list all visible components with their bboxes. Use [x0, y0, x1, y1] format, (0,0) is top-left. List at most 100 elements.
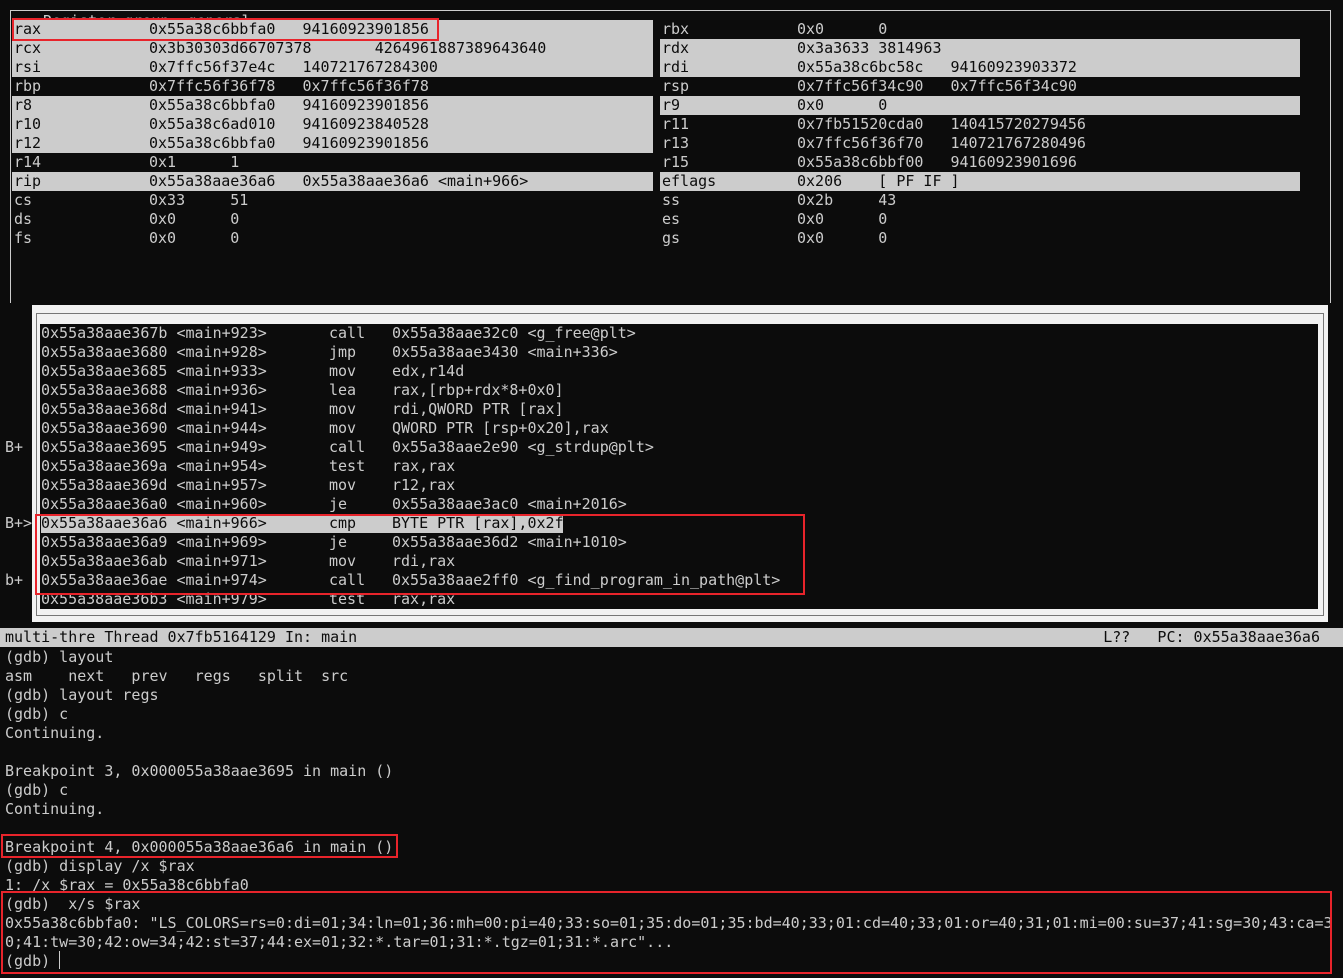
asm-operands: edx,r14d [392, 362, 465, 380]
register-hex: 0x0 [797, 20, 825, 38]
asm-row[interactable]: 0x55a38aae369d <main+957> mov r12,rax [41, 476, 1311, 495]
register-row-es: es 0x0 0 [660, 210, 1300, 229]
console-line: (gdb) c [5, 705, 69, 723]
asm-operands: 0x55a38aae3ac0 <main+2016> [392, 495, 627, 513]
register-name: r9 [662, 96, 681, 114]
asm-mnemonic: call [329, 438, 366, 456]
register-value: 1 [230, 153, 240, 171]
register-name: r12 [14, 134, 42, 152]
asm-row[interactable]: 0x55a38aae3695 <main+949> call 0x55a38aae2… [41, 438, 1311, 457]
register-hex: 0x7ffc56f34c90 [797, 77, 924, 95]
asm-row[interactable]: 0x55a38aae3690 <main+944> mov QWORD PTR [r… [41, 419, 1311, 438]
asm-operands: r12,rax [392, 476, 456, 494]
register-name: r10 [14, 115, 42, 133]
asm-address: 0x55a38aae369a <main+954> [41, 457, 267, 475]
register-hex: 0x55a38aae36a6 [149, 172, 276, 190]
asm-address: 0x55a38aae36a0 <main+960> [41, 495, 267, 513]
register-value: 0 [230, 210, 240, 228]
asm-address: 0x55a38aae3695 <main+949> [41, 438, 267, 456]
register-hex: 0x55a38c6bc58c [797, 58, 924, 76]
register-value: 94160923903372 [950, 58, 1077, 76]
asm-row[interactable]: 0x55a38aae36a0 <main+960> je 0x55a38aae3ac… [41, 495, 1311, 514]
asm-mnemonic: test [329, 457, 366, 475]
register-row-eflags: eflags 0x206 [ PF IF ] [660, 172, 1300, 191]
register-value: 3814963 [878, 39, 942, 57]
register-hex: 0x0 [149, 210, 177, 228]
register-name: rsi [14, 58, 42, 76]
asm-row[interactable]: 0x55a38aae3688 <main+936> lea rax,[rbp+rdx… [41, 381, 1311, 400]
register-name: rcx [14, 39, 42, 57]
register-hex: 0x3b30303d66707378 [149, 39, 312, 57]
register-value: 0x7ffc56f34c90 [950, 77, 1077, 95]
asm-row[interactable]: 0x55a38aae3685 <main+933> mov edx,r14d [41, 362, 1311, 381]
register-hex: 0x3a3633 [797, 39, 870, 57]
console-line: (gdb) display /x $rax [5, 857, 195, 875]
annotation-box-asm [35, 514, 805, 595]
register-value: 94160923901856 [302, 134, 429, 152]
register-row-r11: r11 0x7fb51520cda0 140415720279456 [660, 115, 1300, 134]
register-name: ds [14, 210, 33, 228]
register-row-rsp: rsp 0x7ffc56f34c90 0x7ffc56f34c90 [660, 77, 1300, 96]
register-row-r13: r13 0x7ffc56f36f70 140721767280496 [660, 134, 1300, 153]
asm-row[interactable]: 0x55a38aae3680 <main+928> jmp 0x55a38aae34… [41, 343, 1311, 362]
status-pc: L?? PC: 0x55a38aae36a6 [1103, 628, 1320, 646]
annotation-box-rax [12, 18, 439, 41]
breakpoint-marker[interactable]: B+ [5, 438, 23, 457]
register-row-ds: ds 0x0 0 [12, 210, 653, 229]
register-hex: 0x55a38c6ad010 [149, 115, 276, 133]
asm-operands: QWORD PTR [rsp+0x20],rax [392, 419, 609, 437]
console-line: (gdb) c [5, 781, 69, 799]
register-row-rdx: rdx 0x3a3633 3814963 [660, 39, 1300, 58]
asm-operands: rdi,QWORD PTR [rax] [392, 400, 564, 418]
asm-row[interactable]: 0x55a38aae367b <main+923> call 0x55a38aae3… [41, 324, 1311, 343]
register-value: 94160923901856 [302, 96, 429, 114]
status-bar: multi-thre Thread 0x7fb5164129 In: main … [0, 628, 1343, 647]
register-value: 0 [878, 20, 888, 38]
asm-address: 0x55a38aae367b <main+923> [41, 324, 267, 342]
asm-address: 0x55a38aae3680 <main+928> [41, 343, 267, 361]
console-line: Continuing. [5, 800, 105, 818]
register-name: r14 [14, 153, 42, 171]
asm-address: 0x55a38aae3690 <main+944> [41, 419, 267, 437]
register-name: rsp [662, 77, 690, 95]
register-value: 94160923901696 [950, 153, 1077, 171]
asm-mnemonic: jmp [329, 343, 357, 361]
asm-operands: 0x55a38aae3430 <main+336> [392, 343, 618, 361]
register-name: ss [662, 191, 681, 209]
register-row-ss: ss 0x2b 43 [660, 191, 1300, 210]
console-line: asm next prev regs split src [5, 667, 349, 685]
asm-mnemonic: call [329, 324, 366, 342]
asm-operands: 0x55a38aae2e90 <g_strdup@plt> [392, 438, 654, 456]
register-row-r15: r15 0x55a38c6bbf00 94160923901696 [660, 153, 1300, 172]
register-hex: 0x0 [797, 229, 825, 247]
register-hex: 0x55a38c6bbf00 [797, 153, 924, 171]
register-hex: 0x7ffc56f37e4c [149, 58, 276, 76]
asm-address: 0x55a38aae369d <main+957> [41, 476, 267, 494]
console-line: (gdb) layout regs [5, 686, 159, 704]
asm-row[interactable]: 0x55a38aae369a <main+954> test rax,rax [41, 457, 1311, 476]
register-value: 0 [878, 229, 888, 247]
register-value: 0 [878, 96, 888, 114]
register-hex: 0x55a38c6bbfa0 [149, 96, 276, 114]
asm-row[interactable]: 0x55a38aae368d <main+941> mov rdi,QWORD PT… [41, 400, 1311, 419]
register-value: 140721767284300 [302, 58, 438, 76]
register-value: 0x7ffc56f36f78 [302, 77, 429, 95]
asm-address: 0x55a38aae368d <main+941> [41, 400, 267, 418]
register-value: 43 [878, 191, 897, 209]
register-row-rbx: rbx 0x0 0 [660, 20, 1300, 39]
register-value: 140415720279456 [950, 115, 1086, 133]
breakpoint-marker[interactable]: b+ [5, 571, 23, 590]
register-name: r8 [14, 96, 33, 114]
asm-mnemonic: mov [329, 400, 357, 418]
register-name: gs [662, 229, 681, 247]
register-hex: 0x2b [797, 191, 834, 209]
asm-operands: 0x55a38aae32c0 <g_free@plt> [392, 324, 636, 342]
asm-operands: rax,rax [392, 457, 456, 475]
register-hex: 0x7ffc56f36f78 [149, 77, 276, 95]
register-row-r10: r10 0x55a38c6ad010 94160923840528 [12, 115, 653, 134]
asm-mnemonic: mov [329, 419, 357, 437]
status-thread: multi-thre Thread 0x7fb5164129 In: main [5, 628, 358, 646]
breakpoint-marker[interactable]: B+> [5, 514, 32, 533]
register-hex: 0x0 [797, 96, 825, 114]
register-name: r11 [662, 115, 690, 133]
